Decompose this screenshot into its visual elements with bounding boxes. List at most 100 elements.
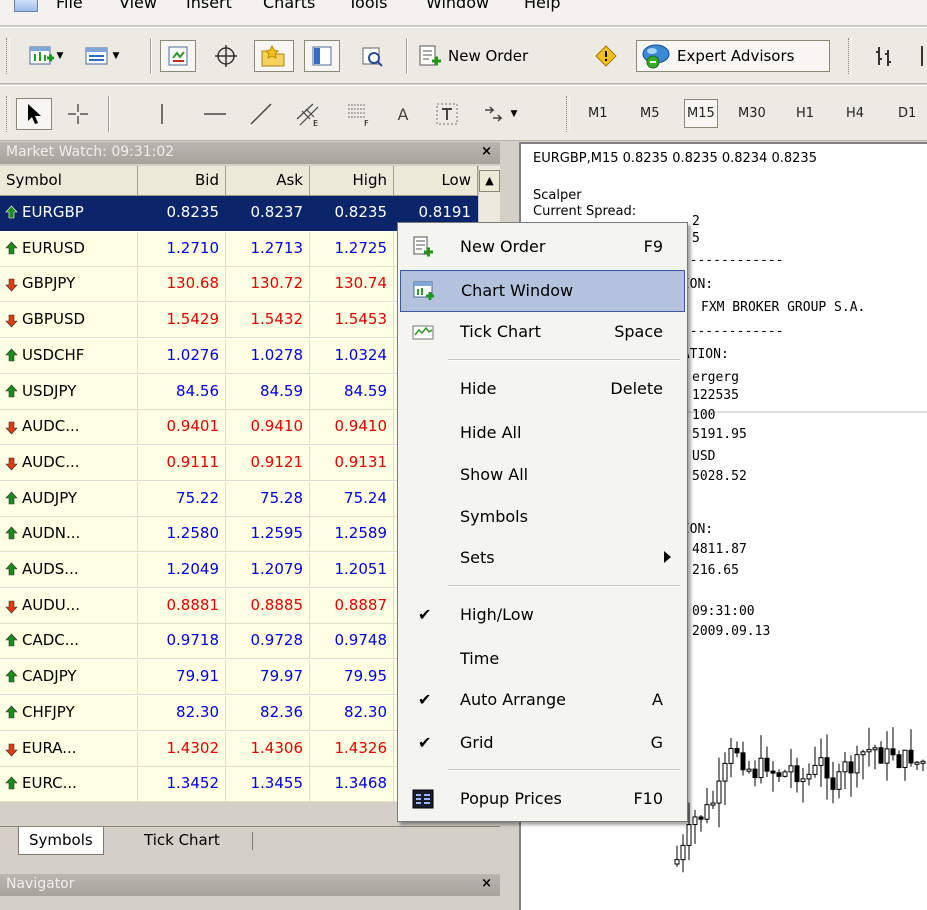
menu-tools[interactable]: Tools	[348, 0, 387, 12]
menu-item-shortcut: A	[652, 690, 663, 709]
menu-item-new-order[interactable]: New Order F9	[400, 227, 685, 269]
symbol-name: EURUSD	[22, 238, 85, 257]
symbol-cell: EURGBP	[0, 196, 138, 231]
tab-symbols[interactable]: Symbols	[18, 827, 104, 855]
arrow-up-icon	[5, 384, 18, 397]
expert-advisors-button[interactable]: Expert Advisors	[636, 40, 830, 72]
checkmark-icon: ✔	[418, 605, 432, 624]
menu-item-high-low[interactable]: ✔ High/Low	[400, 595, 685, 637]
fibonacci-tool[interactable]: F	[340, 98, 376, 130]
high-cell: 1.2725	[310, 231, 394, 267]
menu-item-symbols[interactable]: Symbols	[400, 497, 685, 539]
data-window-button[interactable]	[208, 40, 244, 72]
column-header-bid[interactable]: Bid	[138, 166, 226, 196]
toolbar-grip[interactable]	[566, 96, 570, 132]
bid-cell: 130.68	[138, 267, 226, 303]
arrow-up-icon	[5, 526, 18, 540]
toolbar-grip[interactable]	[6, 38, 10, 74]
column-header-low[interactable]: Low	[394, 166, 478, 196]
menu-insert[interactable]: Insert	[186, 0, 232, 12]
candle-body	[836, 771, 842, 790]
menu-item-chart-window[interactable]: Chart Window	[400, 270, 685, 312]
toolbar-grip[interactable]	[848, 38, 852, 74]
menu-window[interactable]: Window	[426, 0, 489, 12]
high-cell: 0.9131	[310, 445, 394, 481]
candle-body	[680, 844, 686, 861]
menu-charts[interactable]: Charts	[263, 0, 315, 12]
timeframe-m15[interactable]: M15	[684, 99, 718, 128]
menu-view[interactable]: View	[119, 0, 157, 12]
profiles-button[interactable]: ▼	[78, 40, 126, 72]
close-icon[interactable]: ×	[481, 876, 492, 891]
market-watch-button[interactable]	[160, 40, 196, 72]
menu-file[interactable]: File	[56, 0, 83, 12]
bid-cell: 1.2580	[138, 517, 226, 553]
symbol-name: GBPJPY	[22, 274, 76, 293]
arrow-up-icon	[5, 776, 18, 790]
menu-item-hide-all[interactable]: Hide All	[400, 413, 685, 455]
menu-item-show-all[interactable]: Show All	[400, 455, 685, 497]
horizontal-line-tool[interactable]	[198, 98, 232, 130]
tab-tick-chart[interactable]: Tick Chart	[134, 827, 230, 855]
bar-chart-button[interactable]	[866, 40, 902, 72]
menu-item-auto-arrange[interactable]: ✔ Auto Arrange A	[400, 680, 685, 722]
candle-body	[896, 754, 902, 768]
candle-body	[920, 760, 926, 764]
trendline-tool[interactable]	[244, 98, 278, 130]
menu-item-tick-chart[interactable]: Tick Chart Space	[400, 312, 685, 354]
line-studies-toolbar: E F A ▼ M1 M5 M15 M30 H1 H4 D1	[0, 85, 927, 141]
terminal-button[interactable]	[304, 40, 340, 72]
ask-cell: 75.28	[226, 481, 310, 517]
symbol-cell: CADC...	[0, 624, 138, 660]
timeframe-m30[interactable]: M30	[738, 106, 766, 121]
ask-cell: 0.9121	[226, 445, 310, 481]
market-watch-title: Market Watch: 09:31:02	[6, 144, 175, 160]
symbol-name: CADJPY	[22, 667, 77, 686]
expert-info-line: 5191.95	[692, 427, 747, 442]
high-cell: 0.8887	[310, 588, 394, 624]
timeframe-h4[interactable]: H4	[846, 106, 864, 121]
menu-item-popup-prices[interactable]: Popup Prices F10	[400, 779, 685, 821]
candlestick-button[interactable]	[914, 40, 927, 72]
column-header-high[interactable]: High	[310, 166, 394, 196]
expert-advisors-icon	[642, 44, 670, 69]
vertical-line-icon	[161, 104, 163, 124]
text-label-tool[interactable]	[430, 98, 464, 130]
scroll-up-icon[interactable]: ▲	[479, 170, 500, 192]
menu-help[interactable]: Help	[524, 0, 560, 12]
menu-item-grid[interactable]: ✔ Grid G	[400, 723, 685, 765]
navigator-button[interactable]	[254, 40, 294, 72]
column-header-symbol[interactable]: Symbol	[0, 166, 138, 196]
timeframe-d1[interactable]: D1	[898, 106, 916, 121]
candle-body	[740, 752, 746, 771]
strategy-tester-button[interactable]	[354, 40, 390, 72]
timeframe-h1[interactable]: H1	[796, 106, 814, 121]
toolbar-grip[interactable]	[6, 96, 10, 132]
autotrading-alert-button[interactable]	[586, 40, 626, 72]
ask-cell: 1.5432	[226, 303, 310, 339]
arrows-tool[interactable]: ▼	[474, 98, 524, 130]
timeframe-m1[interactable]: M1	[588, 106, 608, 121]
menu-item-sets[interactable]: Sets	[400, 538, 685, 580]
menu-item-time[interactable]: Time	[400, 639, 685, 681]
close-icon[interactable]: ×	[481, 144, 492, 159]
arrow-down-icon	[5, 279, 18, 292]
candle-body	[800, 778, 806, 783]
expert-info-line: 100	[692, 408, 716, 423]
equidistant-channel-tool[interactable]: E	[290, 98, 326, 130]
vertical-line-tool[interactable]	[150, 98, 174, 130]
bid-cell: 0.9718	[138, 624, 226, 660]
timeframe-m5[interactable]: M5	[640, 106, 660, 121]
candle-body	[890, 748, 896, 756]
cursor-tool[interactable]	[16, 98, 52, 130]
menu-item-label: New Order	[460, 237, 546, 256]
text-tool[interactable]: A	[388, 98, 418, 130]
popup-prices-icon	[412, 789, 434, 809]
crosshair-tool[interactable]	[60, 98, 96, 130]
column-header-ask[interactable]: Ask	[226, 166, 310, 196]
menu-item-hide[interactable]: Hide Delete	[400, 369, 685, 411]
high-cell: 82.30	[310, 695, 394, 731]
high-cell: 0.8235	[310, 196, 394, 231]
new-order-button[interactable]: New Order	[414, 40, 576, 72]
new-chart-button[interactable]: ▼	[20, 40, 72, 72]
